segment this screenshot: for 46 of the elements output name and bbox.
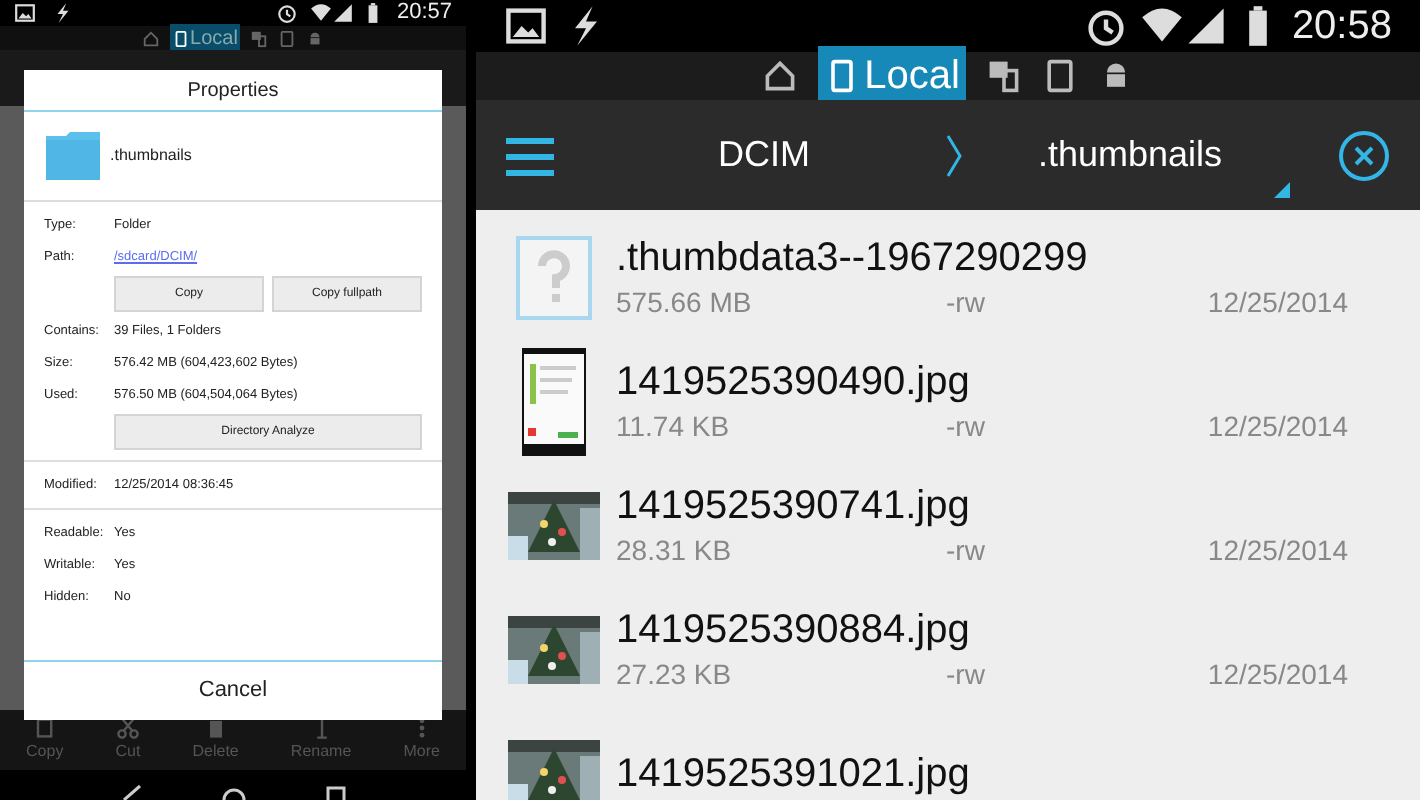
- file-permissions: -rw: [946, 284, 985, 322]
- menu-icon[interactable]: [506, 135, 554, 175]
- file-permissions: -rw: [946, 532, 985, 570]
- status-time: 20:58: [1291, 2, 1392, 52]
- back-icon[interactable]: [119, 784, 143, 800]
- image-icon: [14, 2, 36, 24]
- file-date: 12/25/2014: [1207, 656, 1348, 694]
- file-date: 12/25/2014: [1207, 284, 1348, 322]
- current-folder[interactable]: .thumbnails: [1038, 128, 1223, 182]
- file-name[interactable]: 1419525390741.jpg: [616, 482, 1348, 530]
- file-size: 11.74 KB: [616, 408, 732, 446]
- chevron-icon: [946, 133, 962, 177]
- screenshot-thumbnail: [522, 348, 586, 456]
- close-icon[interactable]: [1338, 129, 1390, 181]
- home-icon[interactable]: [221, 784, 245, 800]
- location-tab[interactable]: Local: [818, 46, 966, 106]
- file-date: 12/25/2014: [1207, 408, 1348, 446]
- scissors-icon: [115, 716, 140, 740]
- wifi-icon: [310, 2, 333, 24]
- phone-icon: [172, 29, 191, 47]
- file-permissions: -rw: [946, 656, 985, 694]
- file-date: 12/25/2014: [1207, 532, 1348, 570]
- file-size: 28.31 KB: [616, 532, 734, 570]
- signal-icon: [1183, 4, 1228, 48]
- file-name[interactable]: 1419525390490.jpg: [616, 358, 1348, 406]
- file-permissions: -rw: [946, 408, 985, 446]
- file-name[interactable]: .thumbdata3--1967290299: [616, 234, 1348, 282]
- folder-icon: [44, 130, 104, 182]
- copy-icon: [32, 716, 57, 740]
- folder-name: .thumbnails: [110, 144, 192, 168]
- file-size: 575.66 MB: [616, 284, 754, 322]
- image-icon: [504, 4, 548, 48]
- cancel-button[interactable]: Cancel: [24, 660, 442, 720]
- parent-folder[interactable]: DCIM: [718, 128, 810, 182]
- home-icon[interactable]: [762, 58, 799, 94]
- file-size: 27.23 KB: [616, 656, 734, 694]
- dropdown-indicator-icon: [1274, 182, 1291, 198]
- unknown-file-icon: [516, 236, 592, 320]
- tablet-icon[interactable]: [1041, 58, 1078, 94]
- recents-icon[interactable]: [323, 784, 347, 800]
- file-name[interactable]: 1419525391021.jpg: [616, 750, 1348, 798]
- dialog-title: Properties: [24, 70, 442, 112]
- status-time: 20:57: [396, 0, 452, 29]
- alarm-icon: [276, 2, 299, 24]
- devices-icon[interactable]: [985, 58, 1022, 94]
- file-name[interactable]: 1419525390884.jpg: [616, 606, 1348, 654]
